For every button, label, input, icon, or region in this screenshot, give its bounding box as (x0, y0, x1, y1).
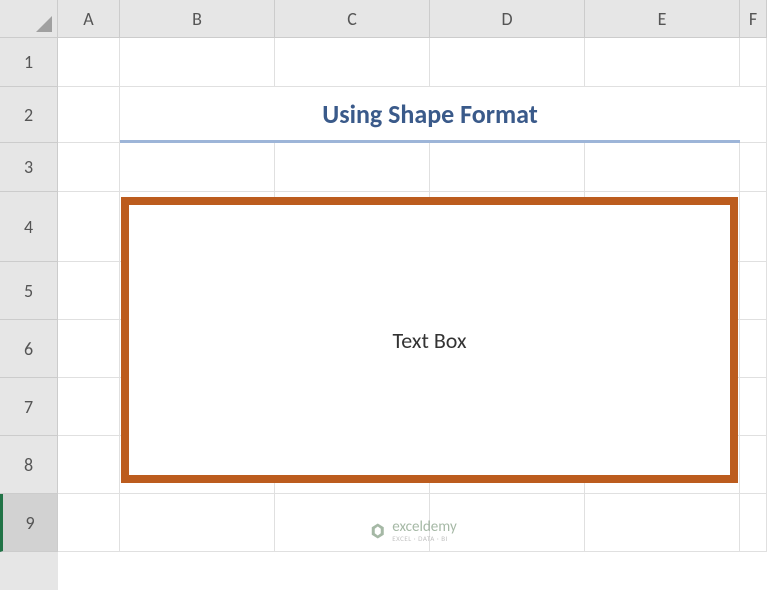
column-header-e[interactable]: E (585, 0, 740, 38)
cell[interactable] (740, 262, 767, 320)
cell[interactable] (58, 87, 120, 143)
cell[interactable] (740, 143, 767, 192)
cell[interactable] (275, 38, 430, 87)
cell[interactable] (58, 192, 120, 262)
row-header-4[interactable]: 4 (0, 192, 58, 262)
cell[interactable] (120, 143, 275, 192)
cell[interactable] (58, 38, 120, 87)
cell[interactable] (430, 38, 585, 87)
cell[interactable] (585, 494, 740, 552)
watermark-name: exceldemy (392, 520, 456, 535)
row-header-3[interactable]: 3 (0, 143, 58, 192)
cell[interactable] (740, 38, 767, 87)
select-all-triangle[interactable] (0, 0, 58, 38)
cell[interactable] (58, 143, 120, 192)
cell[interactable] (740, 87, 767, 143)
column-headers: A B C D E F (58, 0, 767, 38)
row-header-8[interactable]: 8 (0, 436, 58, 494)
cell[interactable] (58, 378, 120, 436)
column-header-b[interactable]: B (120, 0, 275, 38)
cell[interactable] (275, 143, 430, 192)
cell[interactable] (58, 436, 120, 494)
cell[interactable] (430, 143, 585, 192)
column-header-a[interactable]: A (58, 0, 120, 38)
cell[interactable] (120, 494, 275, 552)
row-header-5[interactable]: 5 (0, 262, 58, 320)
cell[interactable] (585, 38, 740, 87)
cell[interactable] (120, 38, 275, 87)
row-header-2[interactable]: 2 (0, 87, 58, 143)
grid-row (58, 38, 767, 87)
watermark-subtitle: EXCEL · DATA · BI (392, 535, 456, 542)
cell[interactable] (740, 378, 767, 436)
row-header-1[interactable]: 1 (0, 38, 58, 87)
column-header-d[interactable]: D (430, 0, 585, 38)
cell[interactable] (58, 262, 120, 320)
cell[interactable] (740, 320, 767, 378)
row-header-7[interactable]: 7 (0, 378, 58, 436)
watermark-text: exceldemy EXCEL · DATA · BI (392, 520, 456, 542)
row-header-6[interactable]: 6 (0, 320, 58, 378)
cell[interactable] (740, 436, 767, 494)
row-header-9[interactable]: 9 (0, 494, 58, 552)
cell[interactable] (58, 494, 120, 552)
watermark: exceldemy EXCEL · DATA · BI (368, 520, 456, 542)
column-header-f[interactable]: F (740, 0, 767, 38)
column-header-c[interactable]: C (275, 0, 430, 38)
textbox-shape[interactable]: Text Box (121, 197, 738, 483)
cell[interactable] (58, 320, 120, 378)
cell-grid: Using Shape Format Text Box exceldemy EX… (58, 38, 767, 590)
textbox-content: Text Box (393, 327, 467, 354)
watermark-logo-icon (368, 522, 386, 540)
row-headers: 1 2 3 4 5 6 7 8 9 (0, 38, 58, 590)
grid-row (58, 143, 767, 192)
cell[interactable] (585, 143, 740, 192)
cell[interactable] (740, 494, 767, 552)
spreadsheet-grid: A B C D E F 1 2 3 4 5 6 7 8 9 (0, 0, 767, 590)
merged-title-cell[interactable]: Using Shape Format (120, 87, 740, 143)
cell[interactable] (740, 192, 767, 262)
